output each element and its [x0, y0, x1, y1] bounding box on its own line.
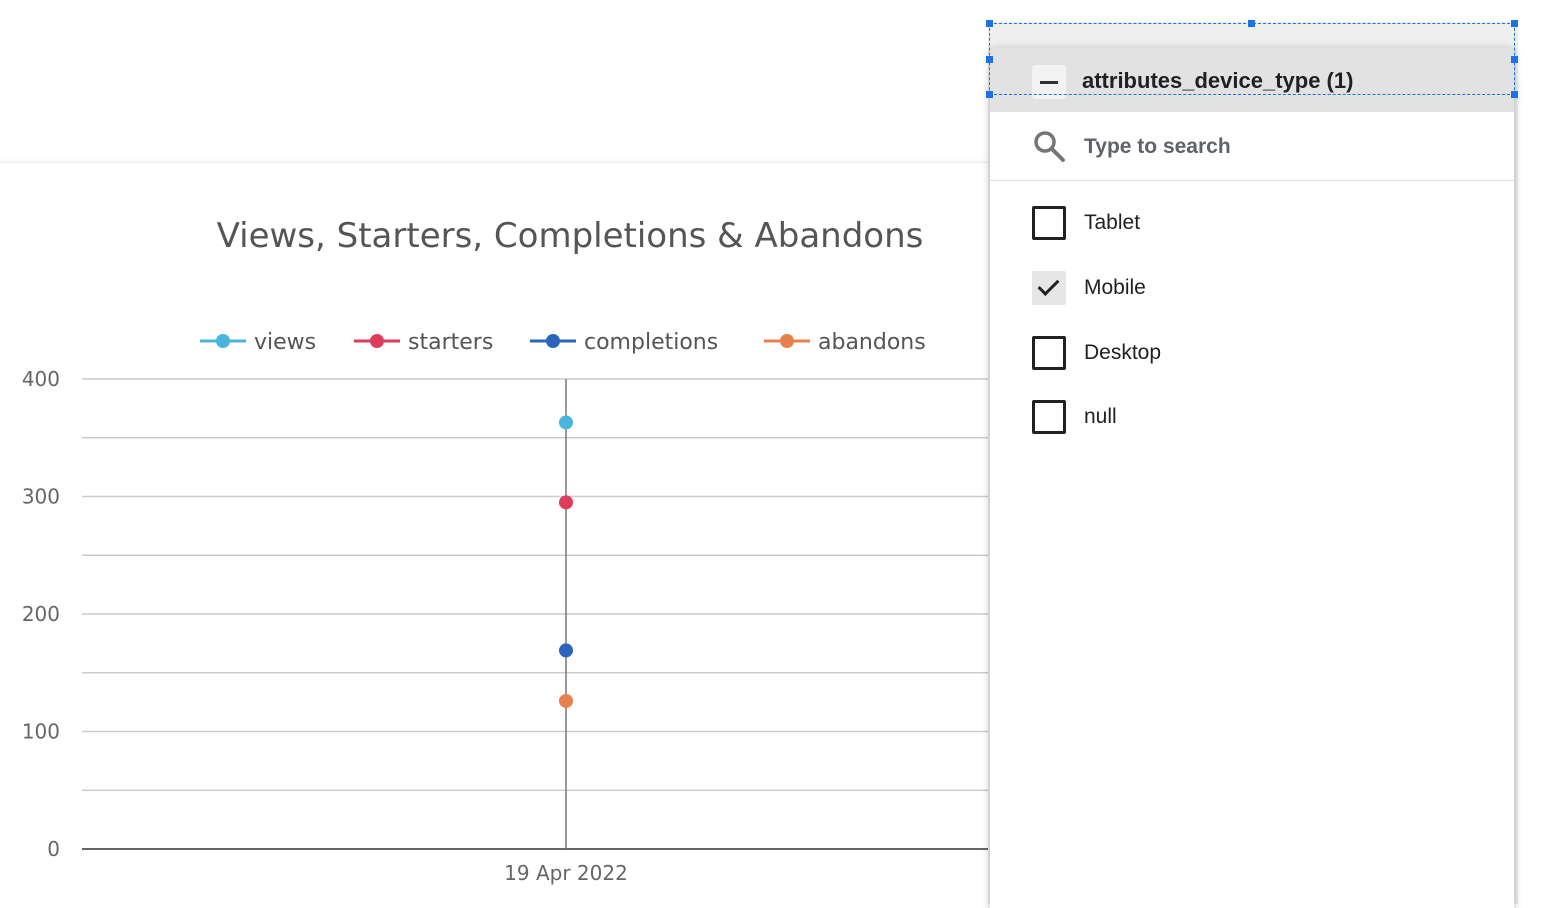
filter-control: attributes_device_type (1) Tablet Mobile…	[986, 20, 1518, 908]
data-point-views	[559, 415, 573, 430]
legend-label: abandons	[818, 330, 926, 355]
filter-title: attributes_device_type (1)	[1082, 68, 1354, 93]
y-tick-label: 0	[47, 837, 60, 861]
resize-handle[interactable]	[1248, 20, 1255, 27]
minus-icon[interactable]	[1032, 65, 1066, 99]
legend-marker	[546, 334, 560, 348]
legend-marker	[370, 334, 384, 348]
option-desktop[interactable]: Desktop	[990, 328, 1514, 378]
data-point-starters	[559, 495, 573, 510]
search-input[interactable]	[1082, 128, 1486, 166]
chart-svg: Views, Starters, Completions & Abandons v…	[22, 216, 990, 885]
chart-title: Views, Starters, Completions & Abandons	[217, 216, 924, 256]
option-null[interactable]: null	[990, 392, 1514, 442]
chart-card: Views, Starters, Completions & Abandons v…	[0, 162, 1000, 905]
option-label: Tablet	[1084, 211, 1141, 234]
data-point-completions	[559, 643, 573, 658]
legend-label: views	[254, 330, 316, 355]
search-icon	[1034, 131, 1065, 162]
legend-marker	[216, 334, 230, 348]
resize-handle[interactable]	[1511, 20, 1518, 27]
null-checkbox[interactable]	[1032, 400, 1066, 434]
option-label: null	[1084, 405, 1117, 428]
option-mobile[interactable]: Mobile	[990, 263, 1514, 313]
legend-label: starters	[408, 330, 493, 355]
x-tick-label: 19 Apr 2022	[504, 861, 628, 885]
tablet-checkbox[interactable]	[1032, 206, 1066, 240]
y-tick-label: 100	[22, 720, 60, 744]
desktop-checkbox[interactable]	[1032, 336, 1066, 370]
option-label: Desktop	[1084, 341, 1162, 364]
data-point-abandons	[559, 693, 573, 708]
legend-label: completions	[584, 330, 718, 355]
y-tick-label: 400	[22, 367, 60, 391]
mobile-checkbox[interactable]	[1032, 271, 1066, 305]
filter-header[interactable]: attributes_device_type (1)	[990, 48, 1514, 112]
search-row	[990, 112, 1514, 181]
option-label: Mobile	[1084, 276, 1146, 299]
option-tablet[interactable]: Tablet	[990, 198, 1514, 248]
y-tick-label: 200	[22, 602, 60, 626]
filter-dropdown: attributes_device_type (1) Tablet Mobile…	[990, 48, 1514, 908]
resize-handle[interactable]	[986, 20, 993, 27]
y-tick-label: 300	[22, 485, 60, 509]
legend-marker	[780, 334, 794, 348]
